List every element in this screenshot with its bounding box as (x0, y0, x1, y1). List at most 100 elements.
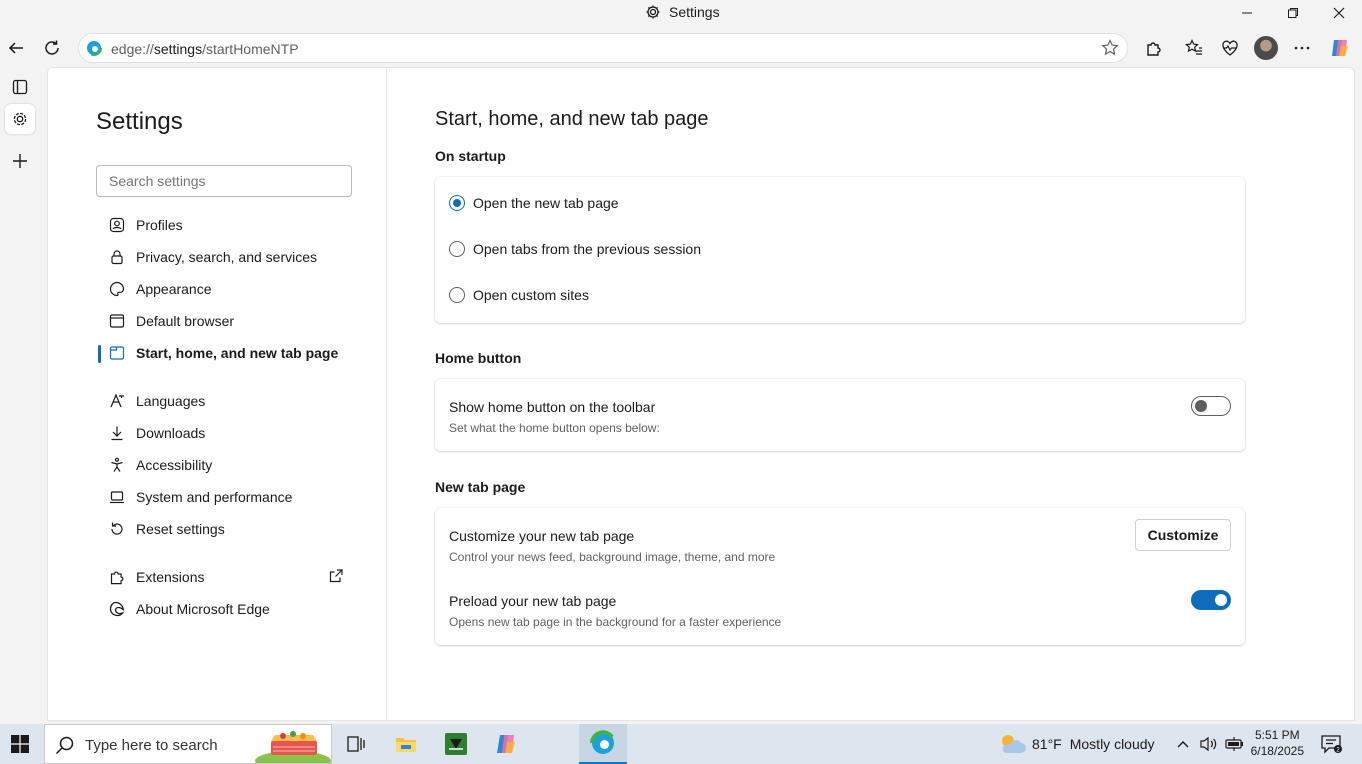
profile-icon (108, 216, 126, 234)
radio-button[interactable] (449, 287, 465, 303)
favorites-icon (1185, 39, 1202, 55)
startup-heading: On startup (435, 148, 506, 164)
home-button-heading: Home button (435, 350, 522, 366)
task-view-icon (347, 736, 365, 752)
edge-icon (590, 730, 614, 754)
new-tab-card: Customize your new tab page Control your… (435, 508, 1245, 645)
tab-actions-button[interactable] (5, 72, 35, 102)
speaker-icon (1200, 736, 1217, 752)
edge-taskbar-button[interactable] (579, 724, 627, 764)
restore-icon (1288, 8, 1298, 18)
radio-button[interactable] (449, 241, 465, 257)
sidebar-item-start-home-ntp[interactable]: Start, home, and new tab page (108, 339, 348, 367)
laptop-icon (108, 488, 126, 506)
clock-date: 6/18/2025 (1250, 744, 1304, 758)
sidebar-item-accessibility[interactable]: Accessibility (108, 451, 348, 479)
back-button[interactable] (2, 34, 30, 62)
search-input[interactable] (96, 165, 352, 197)
sidebar-item-appearance[interactable]: Appearance (108, 275, 348, 303)
copilot-icon (497, 735, 515, 753)
sidebar-item-extensions[interactable]: Extensions (108, 563, 348, 591)
address-bar[interactable]: edge://settings/startHomeNTP (78, 33, 1128, 63)
accessibility-icon (108, 456, 126, 474)
show-hidden-icons-button[interactable] (1176, 724, 1190, 764)
heart-pulse-icon (1222, 40, 1238, 56)
sidebar-item-reset[interactable]: Reset settings (108, 515, 348, 543)
new-tab-button[interactable] (5, 146, 35, 176)
favorites-button[interactable] (1180, 34, 1208, 62)
home-button-label: Show home button on the toolbar (449, 399, 656, 415)
minimize-button[interactable] (1224, 0, 1270, 26)
search-icon (55, 735, 75, 755)
notification-icon: 2 (1321, 735, 1342, 754)
favorite-star-button[interactable] (1101, 39, 1119, 57)
startup-option-custom-sites[interactable]: Open custom sites (449, 287, 589, 303)
edge-icon (86, 40, 102, 56)
weather-widget[interactable]: 81°F Mostly cloudy (998, 724, 1155, 764)
extensions-button[interactable] (1140, 34, 1168, 62)
preload-label: Preload your new tab page (449, 593, 617, 609)
page-title: Start, home, and new tab page (435, 108, 709, 130)
taskbar-search[interactable]: Type here to search (44, 724, 332, 764)
notifications-button[interactable]: 2 (1320, 724, 1342, 764)
taskbar-search-placeholder: Type here to search (85, 737, 218, 754)
more-menu-button[interactable] (1288, 34, 1316, 62)
home-button-toggle[interactable] (1191, 396, 1231, 416)
refresh-button[interactable] (38, 34, 66, 62)
puzzle-icon (1147, 42, 1161, 56)
lock-icon (108, 248, 126, 266)
customize-button[interactable]: Customize (1135, 519, 1231, 551)
volume-button[interactable] (1200, 724, 1218, 764)
reset-icon (108, 520, 126, 538)
sidebar-item-languages[interactable]: Languages (108, 387, 348, 415)
url-text: edge://settings/startHomeNTP (111, 41, 299, 57)
startup-option-previous-session[interactable]: Open tabs from the previous session (449, 241, 701, 257)
sidebar-item-default-browser[interactable]: Default browser (108, 307, 348, 335)
cloudy-weather-icon (998, 733, 1026, 755)
restore-button[interactable] (1270, 0, 1316, 26)
browser-essentials-button[interactable] (1216, 34, 1244, 62)
sidebar-item-system[interactable]: System and performance (108, 483, 348, 511)
home-button-card: Show home button on the toolbar Set what… (435, 379, 1245, 451)
palette-icon (108, 280, 126, 298)
tab-actions-icon (12, 79, 28, 95)
chevron-up-icon (1177, 741, 1189, 748)
customize-sub: Control your news feed, background image… (449, 550, 776, 564)
copilot-taskbar-button[interactable] (482, 724, 530, 764)
search-highlight-image (253, 727, 333, 763)
languages-icon (108, 392, 126, 410)
battery-button[interactable] (1225, 724, 1245, 764)
app-button-green[interactable] (432, 724, 480, 764)
taskbar: Type here to search 81°F Mostly cloudy 5… (0, 724, 1362, 764)
task-view-button[interactable] (332, 724, 380, 764)
sidebar-item-profiles[interactable]: Profiles (108, 211, 348, 239)
sidebar-item-privacy[interactable]: Privacy, search, and services (108, 243, 348, 271)
copilot-button[interactable] (1326, 34, 1354, 62)
avatar (1254, 36, 1278, 60)
settings-content: Settings Profiles Privacy, search, and s… (47, 67, 1355, 721)
profile-avatar-button[interactable] (1252, 34, 1280, 62)
sidebar-title: Settings (96, 108, 183, 135)
preload-sub: Opens new tab page in the background for… (449, 615, 782, 629)
vertical-tab-rail (0, 68, 40, 720)
settings-sidebar: Settings Profiles Privacy, search, and s… (48, 68, 387, 720)
radio-button-checked[interactable] (449, 195, 465, 211)
file-explorer-button[interactable] (382, 724, 430, 764)
start-button[interactable] (0, 724, 40, 764)
battery-plugged-icon (1225, 737, 1243, 751)
sidebar-item-downloads[interactable]: Downloads (108, 419, 348, 447)
startup-option-new-tab[interactable]: Open the new tab page (449, 195, 619, 211)
gear-icon (13, 112, 27, 126)
close-button[interactable] (1316, 0, 1362, 26)
taskbar-clock[interactable]: 5:51 PM 6/18/2025 (1251, 727, 1304, 759)
sidebar-item-about[interactable]: About Microsoft Edge (108, 595, 348, 623)
settings-main: Start, home, and new tab page On startup… (435, 68, 1355, 720)
weather-temp: 81°F (1032, 736, 1062, 752)
clock-time: 5:51 PM (1254, 728, 1300, 742)
download-icon (108, 424, 126, 442)
preload-toggle[interactable] (1191, 590, 1231, 610)
startup-card: Open the new tab page Open tabs from the… (435, 177, 1245, 323)
title-bar: Settings (0, 0, 1362, 26)
home-button-sub: Set what the home button opens below: (449, 421, 660, 435)
settings-tab[interactable] (5, 104, 35, 134)
